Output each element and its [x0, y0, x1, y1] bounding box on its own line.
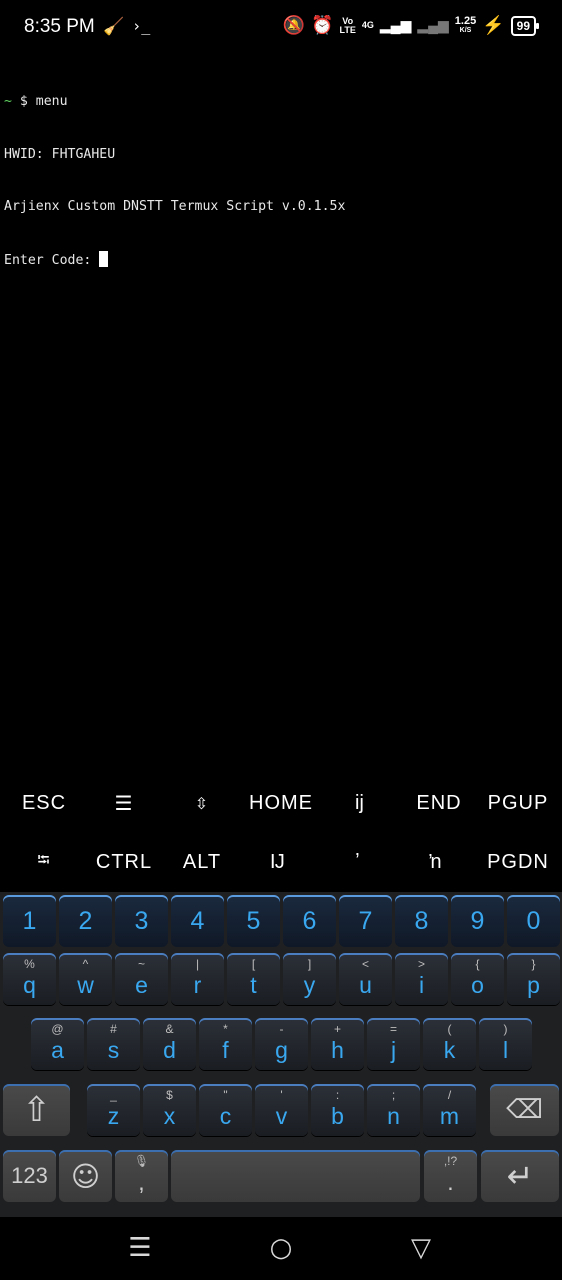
- key-n[interactable]: ; n: [367, 1084, 420, 1136]
- key-f[interactable]: * f: [199, 1018, 252, 1070]
- extra-keys-bar: ESC ☰ ⇳ HOME ĳ END PGUP ⭾ CTRL ALT Ĳ ʼ ŉ…: [0, 774, 562, 892]
- extra-keys-row-1: ESC ☰ ⇳ HOME ĳ END PGUP: [0, 774, 562, 833]
- navigation-bar: ☰ ○ ▽: [0, 1217, 562, 1280]
- key-s[interactable]: # s: [87, 1018, 140, 1070]
- key-i[interactable]: > i: [395, 953, 448, 1005]
- terminal-command-line: ~ $ menu: [4, 94, 68, 109]
- network-speed: 1.25 K/S: [454, 14, 477, 34]
- status-time: 8:35 PM: [24, 16, 95, 37]
- apostrophe-key[interactable]: ʼ: [318, 833, 398, 892]
- battery-indicator: 99: [510, 15, 540, 36]
- esc-key[interactable]: ESC: [4, 774, 84, 833]
- home-icon[interactable]: ○: [261, 1233, 301, 1263]
- enter-key[interactable]: ↵: [481, 1150, 559, 1202]
- key-y[interactable]: ] y: [283, 953, 336, 1005]
- key-4[interactable]: 4: [171, 895, 224, 947]
- signal-strength-2-icon: ▂▄▆: [417, 17, 449, 33]
- signal-strength-icon: ▂▄▆: [379, 17, 412, 33]
- terminal-line-script: Arjienx Custom DNSTT Termux Script v.0.1…: [4, 199, 346, 214]
- status-bar: 8:35 PM 🧹 ›_ 🔕 ⏰ Vo LTE 4G ▂▄▆ ▂▄▆ 1.25 …: [0, 0, 562, 56]
- scroll-key[interactable]: ⇳: [162, 774, 242, 833]
- key-k[interactable]: (k: [423, 1018, 476, 1070]
- key-1[interactable]: 1: [3, 895, 56, 947]
- charging-icon: ⚡: [482, 15, 505, 35]
- comma-key[interactable]: 🎙 ,: [115, 1150, 168, 1202]
- key-c[interactable]: " c: [199, 1084, 252, 1136]
- ij-upper-key[interactable]: Ĳ: [238, 833, 318, 892]
- smiley-icon: ☺: [70, 1159, 101, 1193]
- soft-keyboard: 1 2 3 4 5 6 7 8 9 0 % q ^ w ~ e | r [t ] y < u…: [0, 892, 562, 1217]
- key-6[interactable]: 6: [283, 895, 336, 947]
- key-j[interactable]: = j: [367, 1018, 420, 1070]
- key-b[interactable]: :b: [311, 1084, 364, 1136]
- key-3[interactable]: 3: [115, 895, 168, 947]
- key-p[interactable]: } p: [507, 953, 560, 1005]
- network-type: 4G: [361, 20, 374, 30]
- recents-icon[interactable]: ☰: [120, 1233, 160, 1263]
- space-key[interactable]: [171, 1150, 420, 1202]
- alt-key[interactable]: ALT: [162, 833, 242, 892]
- broom-icon: 🧹: [103, 17, 125, 37]
- terminal-cursor: [99, 250, 109, 267]
- key-z[interactable]: _ z: [87, 1084, 140, 1136]
- home-key[interactable]: HOME: [241, 774, 321, 833]
- key-e[interactable]: ~ e: [115, 953, 168, 1005]
- key-l[interactable]: ) l: [479, 1018, 532, 1070]
- ctrl-key[interactable]: CTRL: [84, 833, 164, 892]
- key-r[interactable]: | r: [171, 953, 224, 1005]
- tab-key[interactable]: ⭾: [4, 833, 84, 892]
- alarm-icon: ⏰: [311, 15, 334, 35]
- terminal-output[interactable]: ~ $ menu HWID: FHTGAHEU Arjienx Custom D…: [4, 58, 558, 286]
- ij-lower-key[interactable]: ĳ: [320, 774, 400, 833]
- key-h[interactable]: + h: [311, 1018, 364, 1070]
- key-8[interactable]: 8: [395, 895, 448, 947]
- key-a[interactable]: @ a: [31, 1018, 84, 1070]
- back-icon[interactable]: ▽: [401, 1233, 441, 1263]
- status-left-icons: 🧹 ›_: [103, 17, 150, 37]
- n-apostrophe-key[interactable]: ŉ: [396, 833, 476, 892]
- key-7[interactable]: 7: [339, 895, 392, 947]
- key-u[interactable]: < u: [339, 953, 392, 1005]
- key-w[interactable]: ^ w: [59, 953, 112, 1005]
- key-q[interactable]: % q: [3, 953, 56, 1005]
- terminal-input-line[interactable]: Enter Code:: [4, 250, 558, 269]
- notifications-off-icon: 🔕: [282, 15, 306, 35]
- status-right-icons: 🔕 ⏰ Vo LTE 4G ▂▄▆ ▂▄▆ 1.25 K/S ⚡ 99: [282, 14, 540, 36]
- pgup-key[interactable]: PGUP: [478, 774, 558, 833]
- key-o[interactable]: {o: [451, 953, 504, 1005]
- terminal-prompt-icon: ›_: [132, 17, 151, 35]
- drawer-key[interactable]: ☰: [84, 774, 164, 833]
- emoji-key[interactable]: ☺: [59, 1150, 112, 1202]
- key-d[interactable]: & d: [143, 1018, 196, 1070]
- period-key[interactable]: ,!? .: [424, 1150, 477, 1202]
- key-9[interactable]: 9: [451, 895, 504, 947]
- extra-keys-row-2: ⭾ CTRL ALT Ĳ ʼ ŉ PGDN: [0, 833, 562, 892]
- shift-key[interactable]: ⇧: [3, 1084, 70, 1136]
- backspace-icon: ⌫: [506, 1095, 543, 1125]
- shift-icon: ⇧: [22, 1090, 51, 1130]
- key-m[interactable]: / m: [423, 1084, 476, 1136]
- key-0[interactable]: 0: [507, 895, 560, 947]
- key-v[interactable]: ' v: [255, 1084, 308, 1136]
- enter-icon: ↵: [506, 1157, 534, 1195]
- key-t[interactable]: [t: [227, 953, 280, 1005]
- mic-icon: 🎙: [133, 1154, 150, 1168]
- backspace-key[interactable]: ⌫: [490, 1084, 559, 1136]
- key-5[interactable]: 5: [227, 895, 280, 947]
- terminal-line-hwid: HWID: FHTGAHEU: [4, 146, 116, 162]
- key-x[interactable]: $ x: [143, 1084, 196, 1136]
- symbols-key[interactable]: 123: [3, 1150, 56, 1202]
- volte-indicator: Vo LTE: [339, 15, 356, 35]
- key-2[interactable]: 2: [59, 895, 112, 947]
- pgdn-key[interactable]: PGDN: [478, 833, 558, 892]
- end-key[interactable]: END: [399, 774, 479, 833]
- key-g[interactable]: -g: [255, 1018, 308, 1070]
